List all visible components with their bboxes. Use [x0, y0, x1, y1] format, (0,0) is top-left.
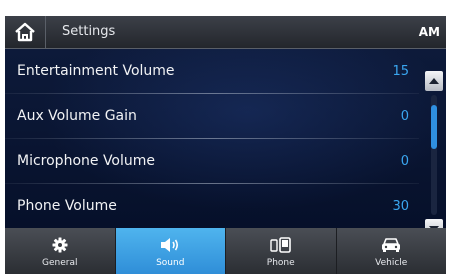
nav-tab-sound[interactable]: Sound [115, 228, 226, 274]
scroll-up-button[interactable] [425, 71, 443, 91]
nav-tab-general[interactable]: General [5, 228, 116, 274]
gear-icon [52, 237, 68, 252]
nav-label: Sound [156, 257, 185, 268]
setting-value: 30 [392, 198, 409, 214]
nav-label: General [42, 257, 78, 268]
nav-label: Phone [266, 257, 295, 268]
car-icon [382, 237, 401, 252]
page-title: Settings [62, 24, 116, 39]
settings-content: Entertainment Volume 15 Aux Volume Gain … [5, 49, 446, 239]
top-bar: Settings AM [5, 16, 446, 49]
bottom-nav: General Sound Phone Vehicle [5, 228, 446, 274]
triangle-up-icon [429, 78, 439, 84]
setting-label: Microphone Volume [17, 153, 156, 169]
home-icon [15, 22, 35, 42]
settings-screen: Settings AM Entertainment Volume 15 Aux … [5, 16, 446, 274]
home-button[interactable] [5, 16, 46, 48]
setting-value: 0 [400, 153, 409, 169]
nav-tab-phone[interactable]: Phone [226, 228, 337, 274]
nav-label: Vehicle [375, 257, 408, 268]
scrollbar[interactable] [423, 49, 446, 239]
settings-list: Entertainment Volume 15 Aux Volume Gain … [5, 49, 419, 228]
scroll-thumb[interactable] [431, 105, 437, 149]
setting-row-phone-volume[interactable]: Phone Volume 30 [5, 184, 419, 228]
nav-tab-vehicle[interactable]: Vehicle [337, 228, 447, 274]
setting-row-aux-volume-gain[interactable]: Aux Volume Gain 0 [5, 94, 419, 138]
setting-row-microphone-volume[interactable]: Microphone Volume 0 [5, 139, 419, 183]
phone-icon [270, 236, 291, 253]
setting-label: Phone Volume [17, 198, 117, 214]
setting-label: Entertainment Volume [17, 63, 175, 79]
speaker-icon [161, 237, 179, 252]
setting-label: Aux Volume Gain [17, 108, 137, 124]
audio-source-indicator[interactable]: AM [419, 16, 440, 48]
setting-row-entertainment-volume[interactable]: Entertainment Volume 15 [5, 49, 419, 93]
setting-value: 0 [400, 108, 409, 124]
setting-value: 15 [392, 63, 409, 79]
scroll-track[interactable] [431, 95, 437, 215]
top-bar-divider [45, 16, 46, 48]
